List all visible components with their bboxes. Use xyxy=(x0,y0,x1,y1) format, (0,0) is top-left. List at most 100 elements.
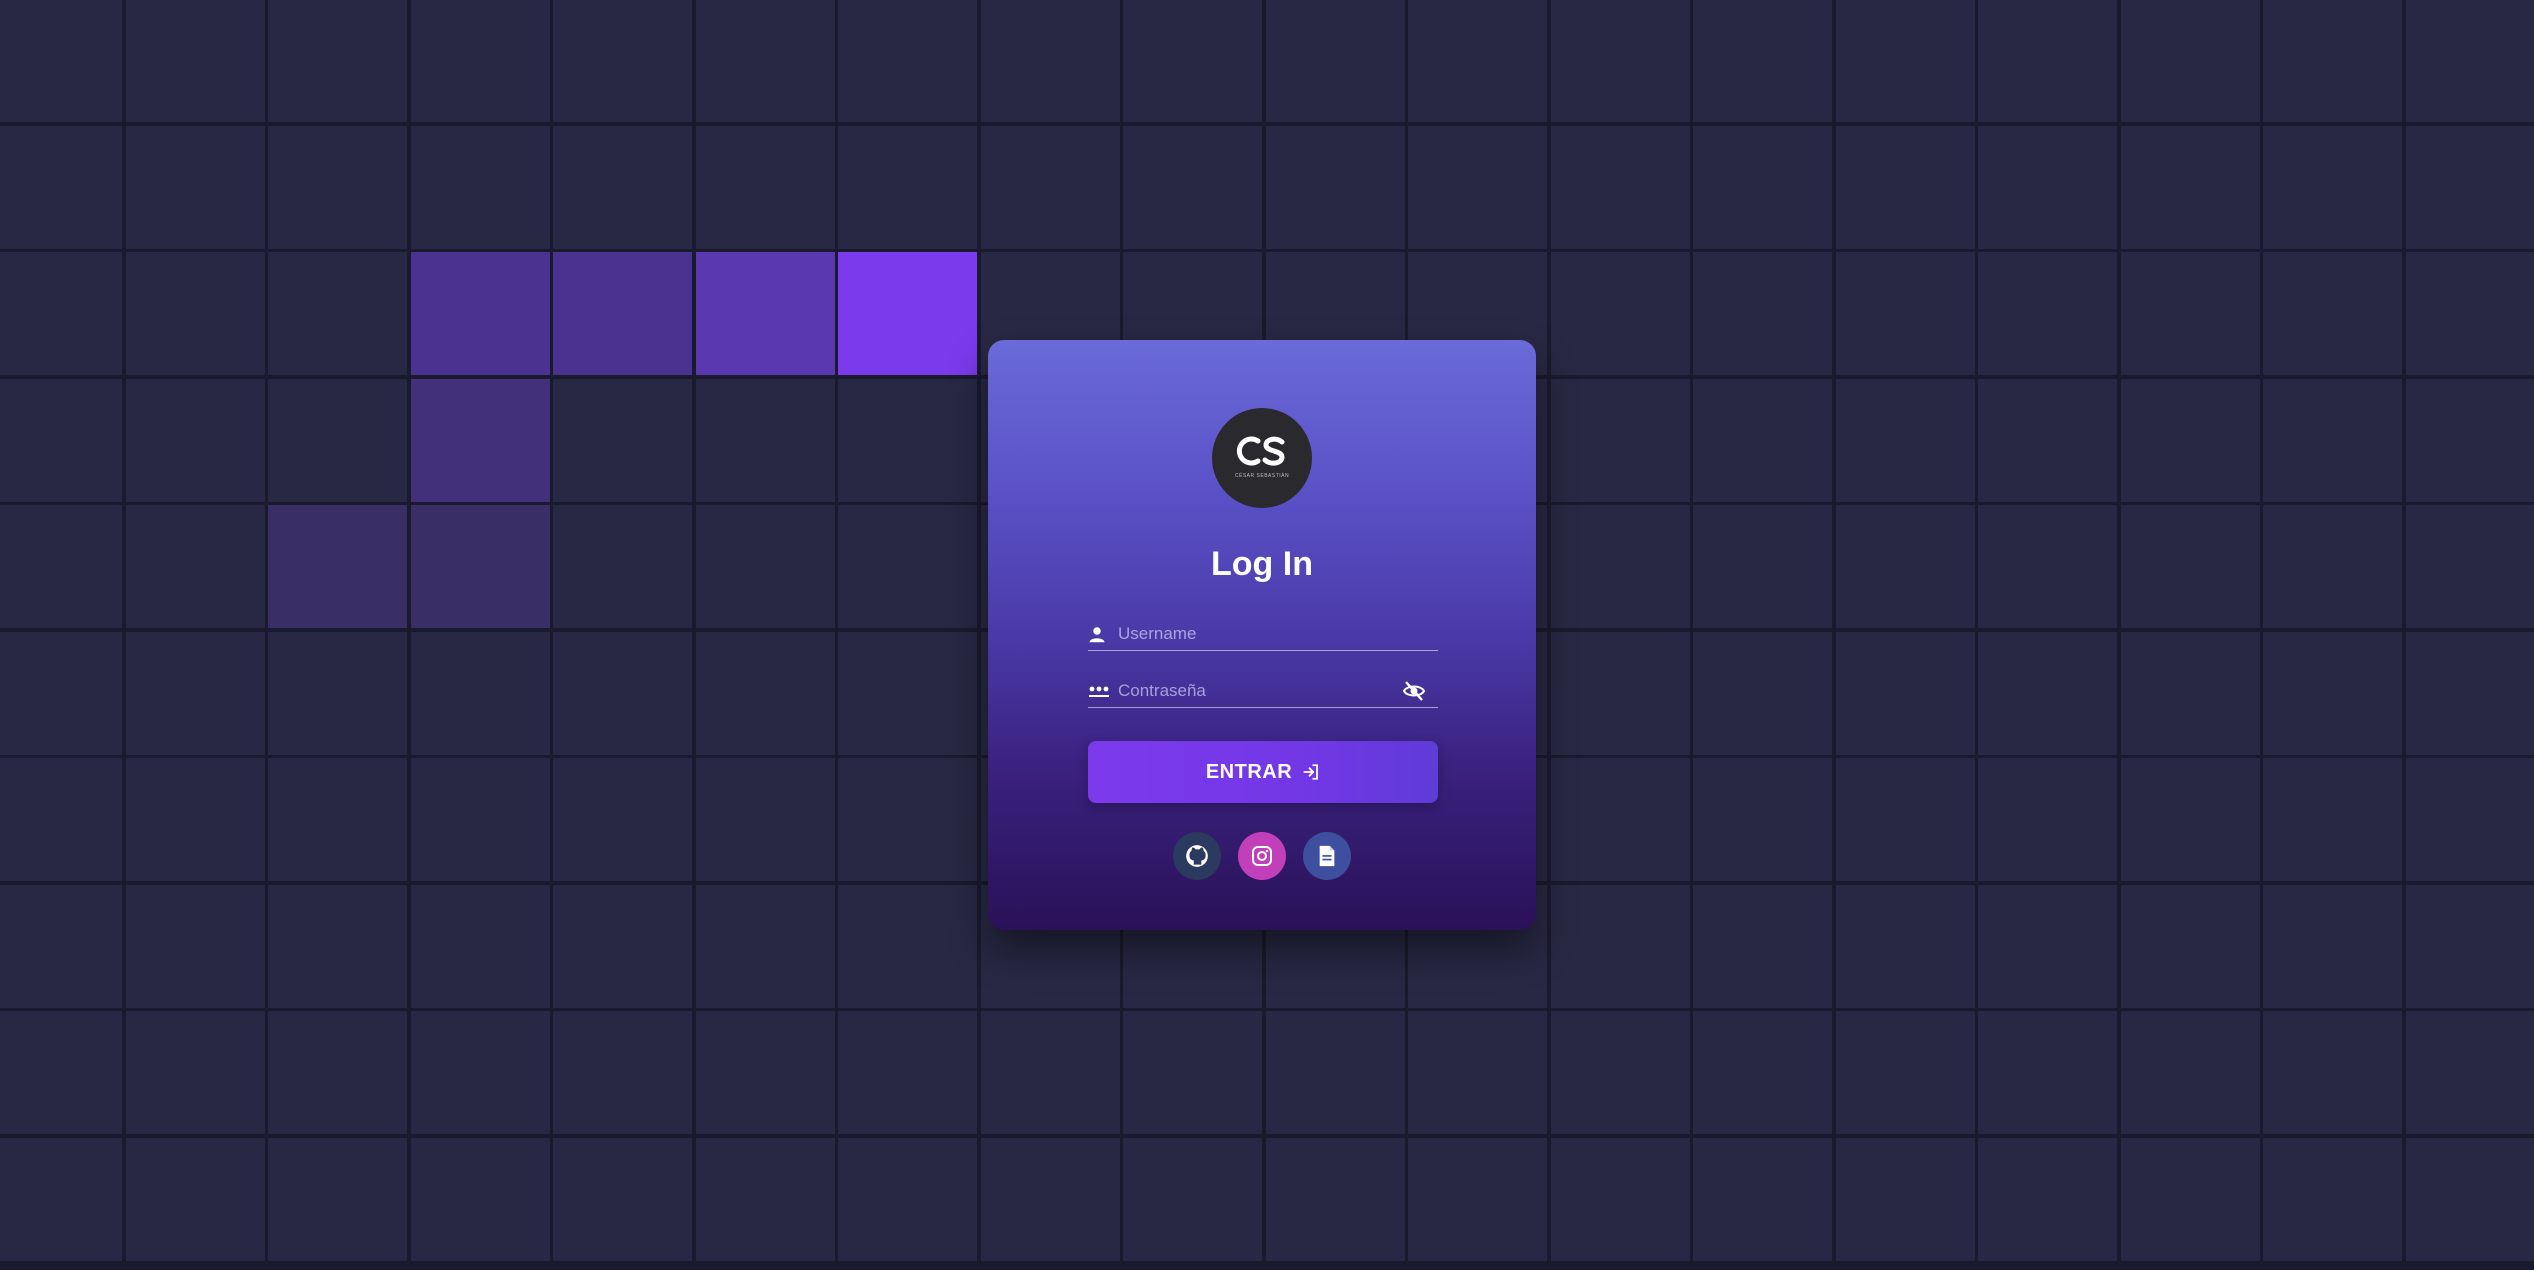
grid-cell xyxy=(695,631,835,755)
grid-cell xyxy=(2120,505,2260,628)
grid-cell xyxy=(980,0,1120,122)
grid-cell xyxy=(1550,378,1690,502)
grid-cell xyxy=(1835,1137,1975,1261)
grid-cell xyxy=(838,1137,977,1261)
grid-cell xyxy=(2263,884,2402,1008)
grid-cell xyxy=(0,378,122,502)
grid-cell xyxy=(838,884,977,1008)
grid-cell xyxy=(2405,252,2534,375)
grid-cell xyxy=(2405,884,2534,1008)
grid-cell xyxy=(980,1011,1120,1134)
grid-cell xyxy=(1978,758,2117,881)
grid-cell xyxy=(1978,125,2117,249)
grid-cell xyxy=(1550,758,1690,881)
grid-cell xyxy=(2120,631,2260,755)
grid-cell xyxy=(268,631,407,755)
grid-cell xyxy=(1693,252,1832,375)
grid-cell xyxy=(1693,1011,1832,1134)
grid-cell xyxy=(125,0,265,122)
grid-cell xyxy=(2263,758,2402,881)
grid-cell xyxy=(980,125,1120,249)
login-submit-button[interactable]: ENTRAR xyxy=(1088,741,1438,803)
grid-cell xyxy=(1550,505,1690,628)
grid-cell xyxy=(0,884,122,1008)
brand-logo-mark xyxy=(1236,436,1285,466)
grid-cell xyxy=(1835,252,1975,375)
grid-cell xyxy=(0,758,122,881)
grid-cell xyxy=(125,884,265,1008)
grid-cell xyxy=(2263,1011,2402,1134)
password-dots-icon xyxy=(1088,680,1110,702)
grid-cell xyxy=(125,378,265,502)
grid-cell xyxy=(1550,1011,1690,1134)
grid-cell xyxy=(553,758,692,881)
grid-cell xyxy=(695,0,835,122)
grid-cell xyxy=(268,0,407,122)
grid-cell xyxy=(268,1137,407,1261)
grid-cell xyxy=(1408,125,1547,249)
grid-cell xyxy=(695,758,835,881)
grid-cell xyxy=(1408,1011,1547,1134)
password-field xyxy=(1088,675,1438,708)
grid-cell xyxy=(553,252,692,375)
grid-cell xyxy=(2405,0,2534,122)
username-input[interactable] xyxy=(1118,624,1438,644)
instagram-link[interactable] xyxy=(1238,832,1286,880)
grid-cell xyxy=(410,252,550,375)
grid-cell xyxy=(2120,252,2260,375)
grid-cell xyxy=(1408,1137,1547,1261)
grid-cell xyxy=(695,252,835,375)
grid-cell xyxy=(0,252,122,375)
grid-cell xyxy=(695,1137,835,1261)
grid-cell xyxy=(1835,0,1975,122)
grid-cell xyxy=(268,505,407,628)
grid-cell xyxy=(2405,631,2534,755)
github-icon xyxy=(1186,845,1208,867)
grid-cell xyxy=(1693,884,1832,1008)
user-icon xyxy=(1088,623,1110,645)
grid-cell xyxy=(980,1137,1120,1261)
eye-off-icon[interactable] xyxy=(1402,678,1428,704)
grid-cell xyxy=(1693,505,1832,628)
grid-cell xyxy=(1123,0,1262,122)
grid-cell xyxy=(1835,758,1975,881)
document-link[interactable] xyxy=(1303,832,1351,880)
grid-cell xyxy=(553,125,692,249)
password-input[interactable] xyxy=(1118,681,1402,701)
login-card: CÉSAR SEBASTIÁN Log In ENTRAR xyxy=(988,340,1536,930)
grid-cell xyxy=(410,505,550,628)
grid-cell xyxy=(125,1137,265,1261)
grid-cell xyxy=(1550,252,1690,375)
github-link[interactable] xyxy=(1173,832,1221,880)
grid-cell xyxy=(838,252,977,375)
grid-cell xyxy=(553,1137,692,1261)
grid-cell xyxy=(1265,1137,1405,1261)
grid-cell xyxy=(2120,378,2260,502)
grid-cell xyxy=(553,884,692,1008)
grid-cell xyxy=(410,125,550,249)
grid-cell xyxy=(838,1011,977,1134)
grid-cell xyxy=(838,0,977,122)
grid-cell xyxy=(1123,125,1262,249)
grid-cell xyxy=(553,631,692,755)
grid-cell xyxy=(125,505,265,628)
grid-cell xyxy=(1265,125,1405,249)
grid-cell xyxy=(695,505,835,628)
grid-cell xyxy=(2405,505,2534,628)
grid-cell xyxy=(2263,1137,2402,1261)
grid-cell xyxy=(268,378,407,502)
grid-cell xyxy=(410,884,550,1008)
grid-cell xyxy=(838,125,977,249)
grid-cell xyxy=(268,1011,407,1134)
grid-cell xyxy=(1123,1011,1262,1134)
grid-cell xyxy=(410,1137,550,1261)
login-submit-label: ENTRAR xyxy=(1205,760,1293,783)
grid-cell xyxy=(2263,252,2402,375)
grid-cell xyxy=(1978,0,2117,122)
grid-cell xyxy=(268,758,407,881)
grid-cell xyxy=(0,1137,122,1261)
grid-cell xyxy=(1835,125,1975,249)
grid-cell xyxy=(268,125,407,249)
grid-cell xyxy=(695,1011,835,1134)
username-field xyxy=(1088,618,1438,651)
